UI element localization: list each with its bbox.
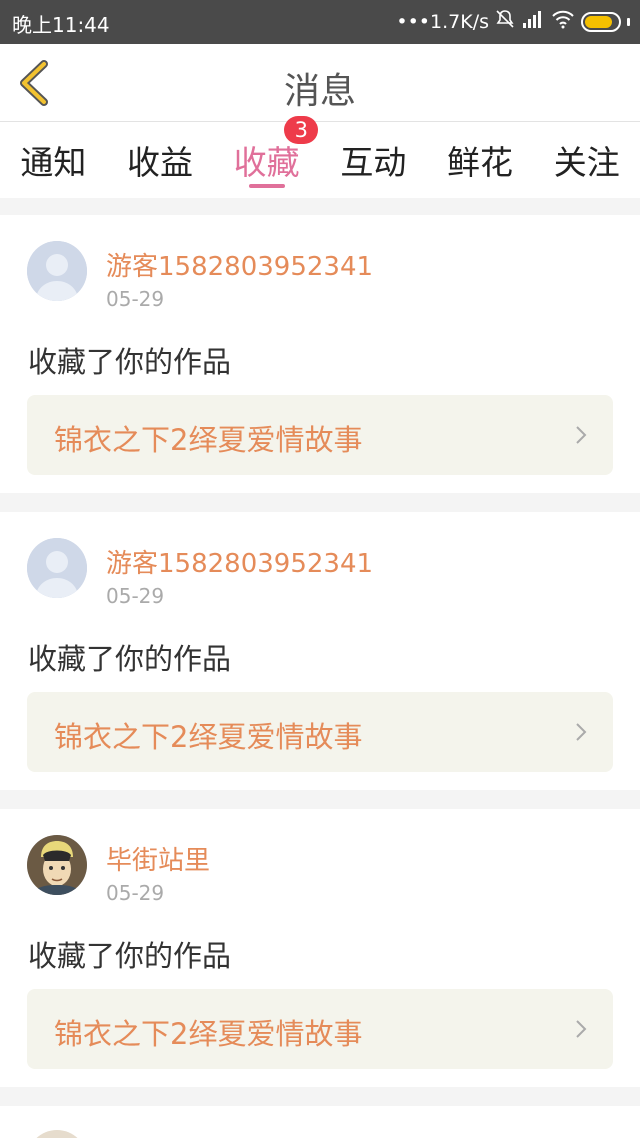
nav-bar: 消息 (0, 44, 640, 122)
page-title: 消息 (283, 71, 356, 112)
chevron-right-icon (576, 426, 587, 444)
avatar[interactable] (27, 835, 87, 895)
battery-tip (627, 17, 630, 26)
tab-label: 收藏 (233, 143, 300, 182)
message-text: 收藏了你的作品 (28, 939, 232, 973)
message-card-partial (0, 1106, 640, 1138)
avatar[interactable] (27, 241, 87, 301)
tab-following[interactable]: 关注 (533, 122, 640, 198)
tab-label: 互动 (340, 143, 407, 182)
signal-icon (521, 9, 545, 34)
tab-favorites[interactable]: 收藏 3 (213, 116, 320, 198)
work-link[interactable]: 锦衣之下2绎夏爱情故事 (27, 989, 613, 1069)
tab-label: 鲜花 (447, 143, 514, 182)
message-card: 游客1582803952341 05-29 收藏了你的作品 锦衣之下2绎夏爱情故… (0, 215, 640, 493)
status-bar: 晚上11:44 •••1.7K/s (0, 0, 640, 44)
work-title: 锦衣之下2绎夏爱情故事 (54, 1017, 363, 1051)
work-link[interactable]: 锦衣之下2绎夏爱情故事 (27, 395, 613, 475)
active-tab-indicator (248, 184, 285, 188)
username-link[interactable]: 毕街站里 (106, 840, 210, 877)
unread-badge: 3 (284, 116, 319, 144)
chevron-right-icon (576, 1020, 587, 1038)
status-icons: •••1.7K/s (396, 9, 630, 34)
message-text: 收藏了你的作品 (28, 642, 232, 676)
chevron-right-icon (576, 723, 587, 741)
tab-label: 关注 (553, 143, 620, 182)
wifi-icon (551, 9, 575, 34)
message-date: 05-29 (106, 584, 165, 608)
username-link[interactable]: 游客1582803952341 (106, 246, 373, 283)
message-date: 05-29 (106, 287, 165, 311)
network-speed: •••1.7K/s (396, 10, 489, 33)
tab-bar: 通知 收益 收藏 3 互动 鲜花 关注 (0, 116, 640, 198)
battery-icon (581, 11, 621, 32)
work-title: 锦衣之下2绎夏爱情故事 (54, 423, 363, 457)
message-text: 收藏了你的作品 (28, 345, 232, 379)
tab-flowers[interactable]: 鲜花 (427, 122, 534, 198)
work-title: 锦衣之下2绎夏爱情故事 (54, 720, 363, 754)
tab-earnings[interactable]: 收益 (107, 122, 214, 198)
status-time: 晚上11:44 (12, 13, 110, 37)
tab-interactions[interactable]: 互动 (320, 122, 427, 198)
message-card: 毕街站里 05-29 收藏了你的作品 锦衣之下2绎夏爱情故事 (0, 809, 640, 1087)
cartoon-portrait-avatar-icon (27, 835, 87, 895)
username-link[interactable]: 游客1582803952341 (106, 543, 373, 580)
message-card: 游客1582803952341 05-29 收藏了你的作品 锦衣之下2绎夏爱情故… (0, 512, 640, 790)
battery-level (585, 15, 612, 28)
mute-icon (495, 9, 515, 34)
work-link[interactable]: 锦衣之下2绎夏爱情故事 (27, 692, 613, 772)
default-avatar-icon (27, 241, 87, 301)
avatar[interactable] (27, 1130, 87, 1138)
default-avatar-icon (27, 538, 87, 598)
avatar[interactable] (27, 538, 87, 598)
tab-label: 通知 (20, 143, 87, 182)
message-date: 05-29 (106, 881, 165, 905)
tab-label: 收益 (127, 143, 193, 182)
tab-notifications[interactable]: 通知 (0, 122, 107, 198)
